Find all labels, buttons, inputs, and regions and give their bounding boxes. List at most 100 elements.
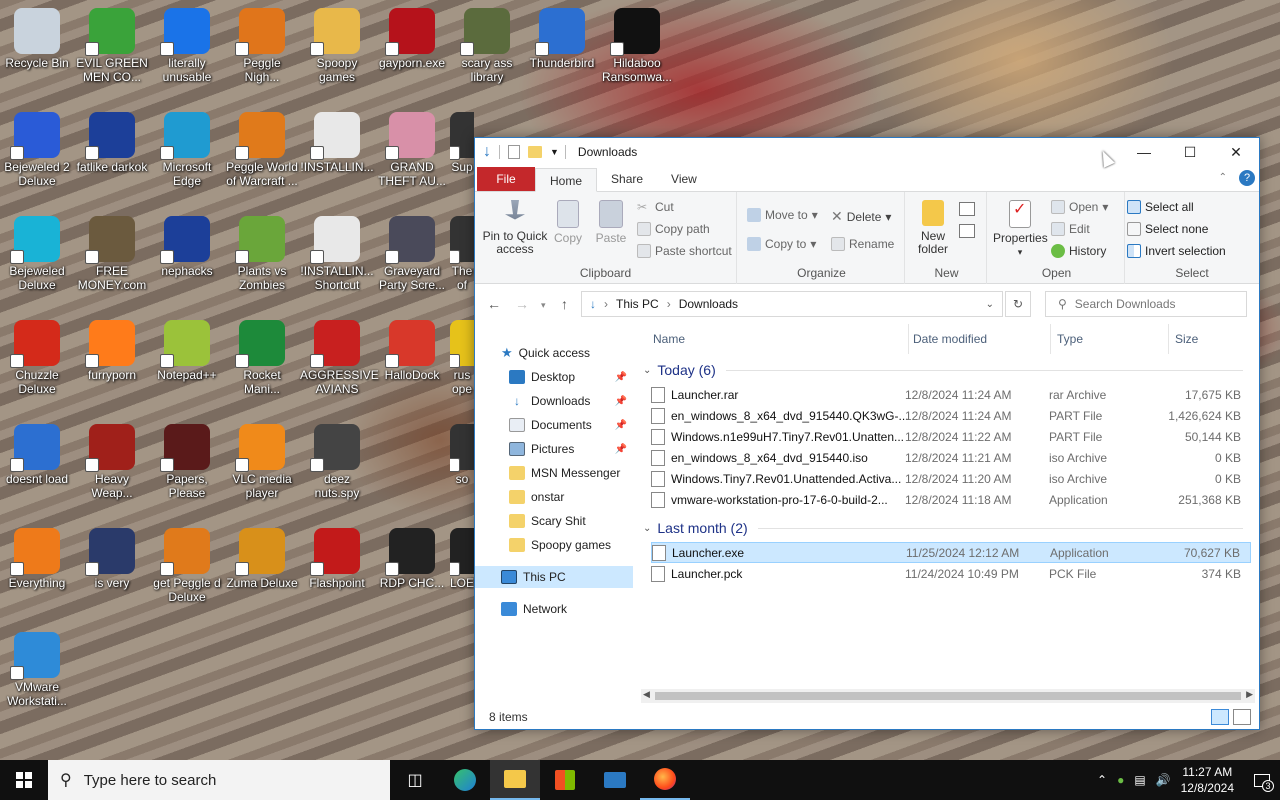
scrollbar-thumb[interactable] xyxy=(655,692,1241,700)
file-row[interactable]: Launcher.pck 11/24/2024 10:49 PM PCK File 3… xyxy=(651,563,1251,584)
desktop-icon-nephacks[interactable]: nephacks xyxy=(150,216,224,278)
nav-documents[interactable]: Documents 📌 xyxy=(475,414,633,436)
nav-onstar[interactable]: onstar xyxy=(475,486,633,508)
properties-qa-icon[interactable] xyxy=(508,145,520,159)
desktop-icon-deez-nuts-spy[interactable]: deez nuts.spy xyxy=(300,424,374,500)
desktop-icon-heavy-weap[interactable]: Heavy Weap... xyxy=(75,424,149,500)
tab-file[interactable]: File xyxy=(477,167,535,191)
nav-quick-access[interactable]: ★ Quick access xyxy=(475,342,633,364)
history-button[interactable]: History xyxy=(1051,244,1106,258)
desktop-icon-plants-vs-zombies[interactable]: Plants vs Zombies xyxy=(225,216,299,292)
file-row[interactable]: Launcher.exe 11/25/2024 12:12 AM Applicati… xyxy=(651,542,1251,563)
desktop-icon-peggle-nigh[interactable]: Peggle Nigh... xyxy=(225,8,299,84)
breadcrumb-this-pc[interactable]: This PC xyxy=(616,297,659,311)
details-view-icon[interactable] xyxy=(1211,709,1229,725)
file-row[interactable]: Windows.Tiny7.Rev01.Unattended.Activa...… xyxy=(651,468,1251,489)
file-row[interactable]: en_windows_8_x64_dvd_915440.iso 12/8/2024… xyxy=(651,447,1251,468)
desktop-icon-peggle-world-of-warcraft[interactable]: Peggle World of Warcraft ... xyxy=(225,112,299,188)
column-type[interactable]: Type xyxy=(1051,324,1169,354)
group-today[interactable]: ⌄ Today (6) xyxy=(641,360,1259,380)
desktop-icon-grand-theft-au[interactable]: GRAND THEFT AU... xyxy=(375,112,449,188)
tab-home[interactable]: Home xyxy=(535,168,598,192)
desktop-icon-installin[interactable]: !INSTALLIN... xyxy=(300,112,374,174)
task-view-button[interactable]: ◫ xyxy=(390,760,440,800)
scroll-left-icon[interactable]: ◀ xyxy=(643,689,650,700)
desktop-icon-rocket-mani[interactable]: Rocket Mani... xyxy=(225,320,299,396)
nav-pictures[interactable]: Pictures 📌 xyxy=(475,438,633,460)
new-folder-qa-icon[interactable] xyxy=(528,146,542,158)
paste-button[interactable]: Paste xyxy=(595,200,627,245)
desktop-icon-sup[interactable]: Sup xyxy=(450,112,474,174)
address-dropdown-icon[interactable]: ⌄ xyxy=(986,299,994,310)
address-bar[interactable]: ↓ › This PC › Downloads ⌄ xyxy=(581,291,1003,317)
easy-access-icon[interactable] xyxy=(959,224,975,238)
nav-downloads[interactable]: ↓ Downloads 📌 xyxy=(475,390,633,412)
nav-network[interactable]: Network xyxy=(475,598,633,620)
select-all-button[interactable]: Select all xyxy=(1127,200,1194,214)
column-date-modified[interactable]: Date modified xyxy=(907,324,1051,354)
column-size[interactable]: Size xyxy=(1169,324,1249,354)
desktop-icon-doesnt-load[interactable]: doesnt load xyxy=(0,424,74,486)
volume-icon[interactable]: 🔊 xyxy=(1156,773,1171,787)
file-row[interactable]: Launcher.rar 12/8/2024 11:24 AM rar Archiv… xyxy=(651,384,1251,405)
desktop-icon-papers-please[interactable]: Papers, Please xyxy=(150,424,224,500)
desktop-icon-spoopy-games[interactable]: Spoopy games xyxy=(300,8,374,84)
desktop-icon-the-of[interactable]: The of xyxy=(450,216,474,292)
search-input[interactable]: ⚲ Search Downloads xyxy=(1045,291,1247,317)
desktop-icon-hallodock[interactable]: HalloDock xyxy=(375,320,449,382)
delete-button[interactable]: ✕ Delete ▾ xyxy=(831,208,891,225)
cut-button[interactable]: ✂ Cut xyxy=(637,200,674,214)
close-button[interactable]: ✕ xyxy=(1213,138,1259,166)
desktop-icon-scary-ass-library[interactable]: scary ass library xyxy=(450,8,524,84)
nav-scary-shit[interactable]: Scary Shit xyxy=(475,510,633,532)
new-folder-button[interactable]: New folder xyxy=(911,200,955,256)
paste-shortcut-button[interactable]: Paste shortcut xyxy=(637,244,732,258)
desktop-icon-vlc-media-player[interactable]: VLC media player xyxy=(225,424,299,500)
column-name[interactable]: Name xyxy=(647,324,909,354)
desktop-icon-zuma-deluxe[interactable]: Zuma Deluxe xyxy=(225,528,299,590)
desktop-icon-evil-green-men-co[interactable]: EVIL GREEN MEN CO... xyxy=(75,8,149,84)
desktop-icon-furryporn[interactable]: furryporn xyxy=(75,320,149,382)
chevron-up-icon[interactable]: ⌃ xyxy=(1097,773,1107,787)
taskbar-search-input[interactable]: ⚲ Type here to search xyxy=(48,760,390,800)
nav-msn-messenger[interactable]: MSN Messenger xyxy=(475,462,633,484)
start-button[interactable] xyxy=(0,760,48,800)
copy-path-button[interactable]: Copy path xyxy=(637,222,710,236)
desktop-icon-microsoft-edge[interactable]: Microsoft Edge xyxy=(150,112,224,188)
open-button[interactable]: Open ▾ xyxy=(1051,200,1108,214)
nav-desktop[interactable]: Desktop 📌 xyxy=(475,366,633,388)
file-row[interactable]: en_windows_8_x64_dvd_915440.QK3wG-... 12/… xyxy=(651,405,1251,426)
desktop-icon-free-money-com[interactable]: FREE MONEY.com xyxy=(75,216,149,292)
forward-arrow-icon[interactable]: → xyxy=(515,296,529,312)
file-explorer-taskbar-button[interactable] xyxy=(490,760,540,800)
desktop-icon-installin-shortcut[interactable]: !INSTALLIN... Shortcut xyxy=(300,216,374,292)
desktop-icon-rus-ope[interactable]: rus ope xyxy=(450,320,474,396)
edge-taskbar-button[interactable] xyxy=(440,760,490,800)
notifications-button[interactable]: 3 xyxy=(1244,760,1280,800)
tab-view[interactable]: View xyxy=(657,167,711,191)
large-icons-view-icon[interactable] xyxy=(1233,709,1251,725)
rename-button[interactable]: Rename xyxy=(831,237,894,251)
desktop-icon-get-peggle-d-deluxe[interactable]: get Peggle d Deluxe xyxy=(150,528,224,604)
desktop-icon-is-very[interactable]: is very xyxy=(75,528,149,590)
desktop-icon-fatlike-darkok[interactable]: fatlike darkok xyxy=(75,112,149,174)
desktop-icon-graveyard-party-scre[interactable]: Graveyard Party Scre... xyxy=(375,216,449,292)
desktop-icon-literally-unusable[interactable]: literally unusable xyxy=(150,8,224,84)
desktop-icon-recycle-bin[interactable]: Recycle Bin xyxy=(0,8,74,70)
desktop-icon-loe[interactable]: LOE xyxy=(450,528,474,590)
invert-selection-button[interactable]: Invert selection xyxy=(1127,244,1226,258)
tab-share[interactable]: Share xyxy=(597,167,657,191)
desktop-icon-aggressive-avians[interactable]: AGGRESSIVE AVIANS xyxy=(300,320,379,396)
back-arrow-icon[interactable]: ← xyxy=(487,296,501,312)
title-bar[interactable]: ↓ ▼ Downloads — ☐ ✕ xyxy=(475,138,1259,166)
desktop-icon-flashpoint[interactable]: Flashpoint xyxy=(300,528,374,590)
desktop-icon-so[interactable]: so xyxy=(450,424,474,486)
group-last-month[interactable]: ⌄ Last month (2) xyxy=(641,518,1259,538)
copy-button[interactable]: Copy xyxy=(553,200,583,245)
network-icon[interactable]: ▤ xyxy=(1134,773,1145,787)
desktop-icon-notepad[interactable]: Notepad++ xyxy=(150,320,224,382)
horizontal-scrollbar[interactable]: ◀ ▶ xyxy=(641,689,1255,703)
firefox-taskbar-button[interactable] xyxy=(640,760,690,800)
desktop-icon-bejeweled-2-deluxe[interactable]: Bejeweled 2 Deluxe xyxy=(0,112,74,188)
breadcrumb-downloads[interactable]: Downloads xyxy=(679,297,738,311)
